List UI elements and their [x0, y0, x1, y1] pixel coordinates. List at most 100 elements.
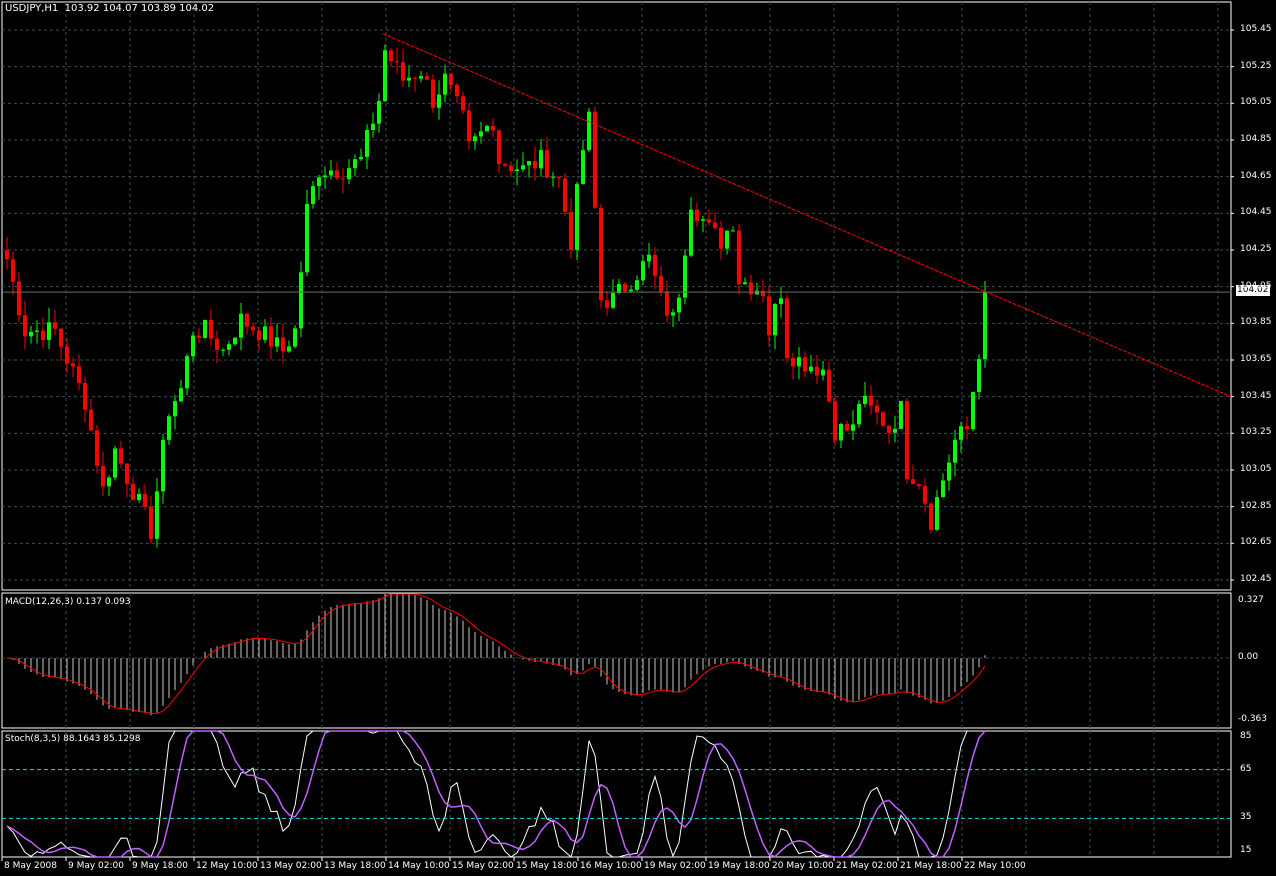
price-axis-label: 104.85 [1240, 133, 1272, 144]
bear-candle [23, 315, 27, 337]
bull-candle [821, 369, 825, 376]
bull-candle [365, 129, 369, 157]
bull-candle [731, 230, 735, 232]
bear-candle [395, 61, 399, 63]
bear-candle [923, 486, 927, 504]
price-axis-label: 102.65 [1240, 537, 1272, 548]
time-axis-label: 9 May 18:00 [132, 861, 188, 871]
bear-candle [599, 207, 603, 301]
bear-candle [95, 430, 99, 467]
bull-candle [527, 161, 531, 166]
bull-candle [551, 176, 555, 178]
bull-candle [971, 391, 975, 430]
bear-candle [401, 62, 405, 81]
bear-candle [803, 357, 807, 372]
bull-candle [575, 184, 579, 250]
bull-candle [371, 123, 375, 130]
bull-candle [521, 165, 525, 170]
time-axis-label: 19 May 02:00 [644, 861, 706, 871]
bull-candle [263, 326, 267, 340]
bull-candle [233, 337, 237, 345]
bull-candle [647, 254, 651, 262]
time-axis-label: 12 May 10:00 [196, 861, 258, 871]
bull-candle [479, 131, 483, 137]
bear-candle [449, 73, 453, 86]
time-axis-label: 22 May 10:00 [964, 861, 1026, 871]
bull-candle [941, 480, 945, 498]
bull-candle [359, 156, 363, 160]
bear-candle [707, 219, 711, 223]
bear-candle [65, 346, 69, 364]
time-axis-label: 15 May 18:00 [516, 861, 578, 871]
bull-candle [107, 477, 111, 487]
bear-candle [593, 111, 597, 208]
bear-candle [341, 178, 345, 180]
bear-candle [413, 77, 417, 79]
bear-candle [665, 291, 669, 316]
bear-candle [713, 222, 717, 228]
bear-candle [785, 298, 789, 359]
bull-candle [701, 219, 705, 221]
bull-candle [437, 94, 441, 108]
bull-candle [581, 150, 585, 185]
price-axis-label: 103.65 [1240, 353, 1272, 364]
bear-candle [491, 125, 495, 131]
bear-candle [257, 330, 261, 340]
bull-candle [671, 312, 675, 316]
bull-candle [419, 76, 423, 79]
time-axis-label: 15 May 02:00 [452, 861, 514, 871]
time-axis-label: 13 May 02:00 [260, 861, 322, 871]
bear-candle [653, 254, 657, 276]
bear-candle [389, 50, 393, 62]
bear-candle [503, 164, 507, 166]
bull-candle [635, 280, 639, 290]
bear-candle [719, 227, 723, 249]
time-axis-label: 8 May 2008 [4, 861, 57, 871]
time-axis-label: 9 May 02:00 [68, 861, 124, 871]
bear-candle [431, 79, 435, 108]
bear-candle [761, 290, 765, 297]
time-axis-label: 21 May 18:00 [900, 861, 962, 871]
bull-candle [47, 322, 51, 340]
stoch-title: Stoch(8,3,5) 88.1643 85.1298 [5, 734, 141, 744]
price-axis-label: 103.25 [1240, 427, 1272, 438]
bull-candle [683, 255, 687, 298]
time-axis-label: 19 May 18:00 [708, 861, 770, 871]
bull-candle [809, 366, 813, 372]
bull-candle [347, 168, 351, 180]
stoch-axis-label: 15 [1240, 845, 1252, 855]
bull-candle [353, 159, 357, 169]
bull-candle [185, 356, 189, 389]
bear-candle [623, 284, 627, 292]
bull-candle [287, 346, 291, 352]
bear-candle [197, 335, 201, 338]
bull-candle [947, 462, 951, 481]
bull-candle [407, 77, 411, 81]
bull-candle [155, 491, 159, 539]
trendline [382, 33, 1232, 398]
bear-candle [497, 130, 501, 165]
bear-candle [89, 409, 93, 431]
bull-candle [953, 439, 957, 463]
bull-candle [977, 359, 981, 392]
bear-candle [545, 150, 549, 178]
macd-signal-line [6, 593, 986, 715]
price-axis-label: 103.85 [1240, 317, 1272, 328]
chart-canvas[interactable] [0, 0, 1276, 876]
bull-candle [773, 304, 777, 336]
time-axis-label: 21 May 02:00 [836, 861, 898, 871]
ohlc-label: 103.92 104.07 103.89 104.02 [64, 3, 215, 14]
bear-candle [917, 484, 921, 487]
bear-candle [17, 281, 21, 316]
bull-candle [959, 426, 963, 440]
macd-panel-frame [1, 592, 1232, 729]
bull-candle [113, 448, 117, 478]
bull-candle [851, 424, 855, 431]
bear-candle [557, 176, 561, 179]
bull-candle [857, 403, 861, 425]
bull-candle [161, 439, 165, 492]
bull-candle [179, 388, 183, 402]
macd-axis-label: 0.00 [1238, 652, 1259, 662]
price-axis-label: 103.05 [1240, 463, 1272, 474]
bear-candle [659, 275, 663, 292]
